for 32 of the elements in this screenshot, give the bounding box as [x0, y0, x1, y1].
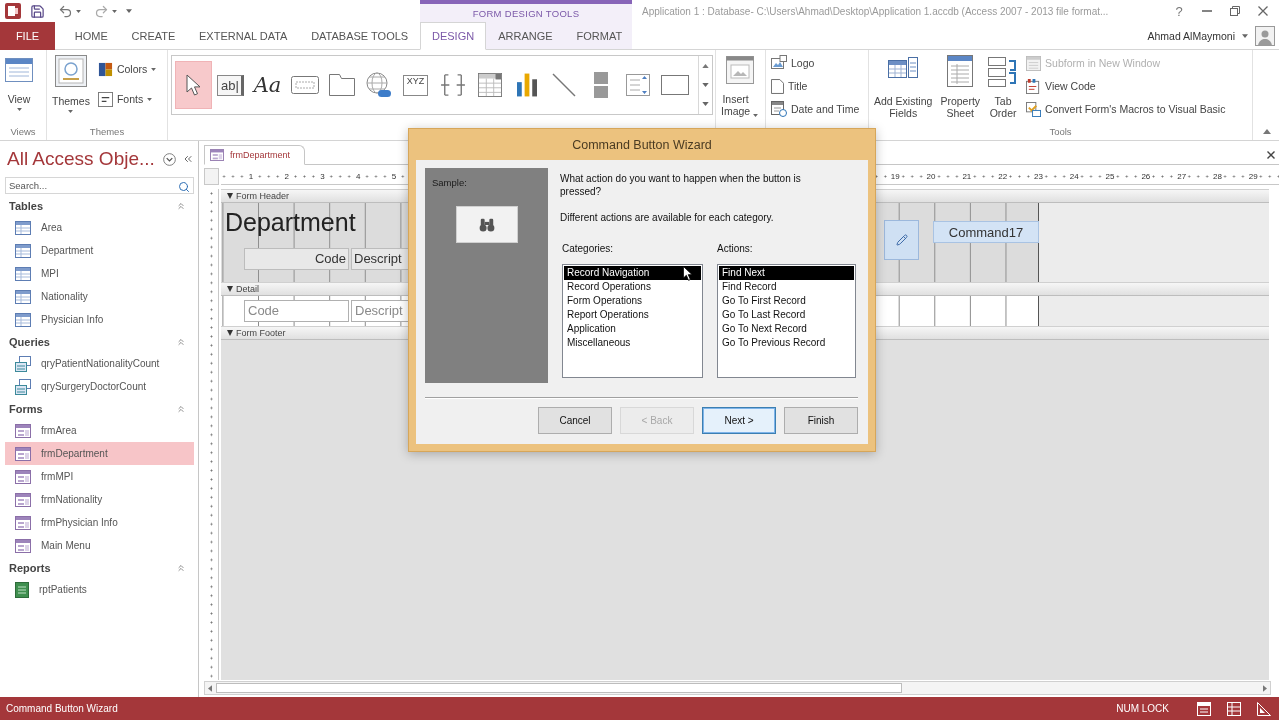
field-label: Categories:: [562, 242, 614, 255]
ruler-number: 20: [925, 171, 937, 181]
window-title: Application 1 : Database- C:\Users\Ahmad\Desktop\Application 1.accdb (Access 2007 - 2013 file format...: [641, 5, 1110, 17]
ruler-number: 1: [247, 171, 255, 181]
wizard-note: Different actions are available for each category.: [560, 212, 775, 225]
section-label: Form Footer: [236, 328, 286, 338]
status-indicator: NUM LOCK: [1116, 703, 1169, 714]
ruler-number: 2: [283, 171, 290, 181]
ruler-number: 26: [1140, 171, 1152, 181]
dialog-title: Command Button Wizard: [572, 137, 712, 152]
field-label: Actions:: [717, 242, 753, 255]
ruler-number: 22: [997, 171, 1009, 181]
ruler-number: 5: [390, 171, 398, 181]
section-label: Form Header: [236, 191, 289, 201]
sample-label: Sample:: [432, 177, 467, 188]
group-label: Tools: [1049, 126, 1072, 137]
ruler-number: 29: [1247, 171, 1259, 181]
status-text: Command Button Wizard: [6, 703, 118, 714]
ruler-number: 4: [355, 171, 362, 181]
ruler-number: 27: [1176, 171, 1188, 181]
ruler-number: 21: [961, 171, 973, 181]
ruler-number: 24: [1068, 171, 1080, 181]
ruler-number: 23: [1033, 171, 1044, 181]
ruler-number: 3: [319, 171, 326, 181]
ruler-number: 19: [889, 171, 901, 181]
section-label: Detail: [236, 284, 259, 294]
contextual-group-label: FORM DESIGN TOOLS: [472, 7, 580, 19]
ruler-number: 25: [1104, 171, 1116, 181]
wizard-prompt: What action do you want to happen when the button is pressed?: [560, 173, 802, 198]
group-label: Views: [10, 126, 36, 137]
group-label: Themes: [89, 126, 125, 137]
ruler-number: 28: [1212, 171, 1223, 181]
